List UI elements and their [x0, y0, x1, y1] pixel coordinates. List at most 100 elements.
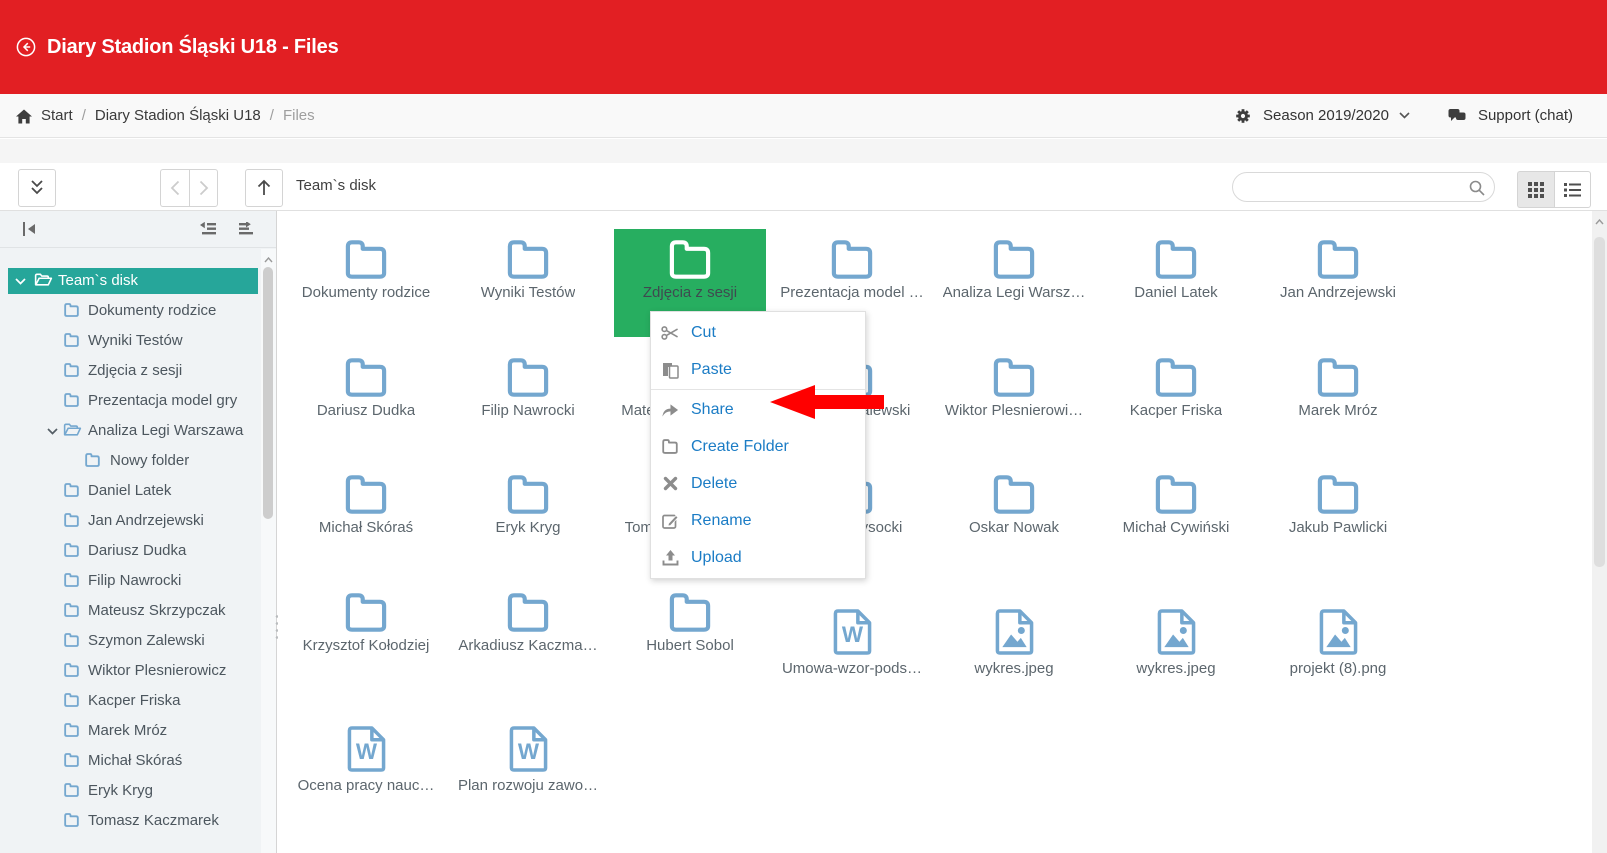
svg-text:W: W — [517, 739, 539, 764]
content-scrollbar[interactable] — [1592, 211, 1607, 853]
tile-label: Zdjęcia z sesji — [643, 284, 737, 301]
word-document-icon: W — [347, 726, 386, 772]
tree-chevron-down-icon[interactable] — [15, 278, 26, 285]
tree-item-dariusz-dudka[interactable]: Dariusz Dudka — [0, 536, 261, 566]
nav-forward-button[interactable] — [189, 169, 218, 207]
tree-item-team-s-disk[interactable]: Team`s disk — [0, 266, 261, 296]
folder-tile-dariusz-dudka[interactable]: Dariusz Dudka — [290, 347, 442, 455]
tree-item-mateusz-skrzypczak[interactable]: Mateusz Skrzypczak — [0, 596, 261, 626]
file-tile-ocena-pracy-nauc-[interactable]: WOcena pracy nauc… — [290, 699, 442, 807]
file-tile-wykres-jpeg[interactable]: wykres.jpeg — [938, 582, 1090, 690]
menu-item-paste[interactable]: Paste — [651, 351, 865, 388]
home-icon[interactable] — [16, 109, 32, 124]
collapse-all-icon[interactable] — [200, 222, 216, 236]
chevron-down-icon[interactable] — [1399, 112, 1410, 119]
menu-item-cut[interactable]: Cut — [651, 314, 865, 351]
folder-tile-arkadiusz-kaczma-[interactable]: Arkadiusz Kaczma… — [452, 582, 604, 690]
folder-icon — [63, 633, 80, 647]
list-view-button[interactable] — [1554, 171, 1591, 208]
folder-icon — [63, 813, 80, 827]
grid-view-icon — [1528, 182, 1544, 198]
tree-item-kacper-friska[interactable]: Kacper Friska — [0, 686, 261, 716]
folder-tile-wyniki-test-w[interactable]: Wyniki Testów — [452, 229, 604, 337]
scroll-up-arrow[interactable] — [1595, 219, 1604, 225]
search-icon[interactable] — [1469, 180, 1485, 196]
menu-item-upload[interactable]: Upload — [651, 539, 865, 576]
create-folder-icon — [661, 438, 679, 456]
folder-icon — [345, 358, 387, 397]
folder-tile-oskar-nowak[interactable]: Oskar Nowak — [938, 464, 1090, 572]
file-tile-plan-rozwoju-zawo-[interactable]: WPlan rozwoju zawo… — [452, 699, 604, 807]
search-box — [1232, 172, 1495, 202]
season-selector[interactable]: Season 2019/2020 — [1263, 107, 1389, 124]
nav-back-button[interactable] — [160, 169, 189, 207]
support-link[interactable]: Support (chat) — [1478, 107, 1573, 124]
tile-label: Oskar Nowak — [969, 519, 1059, 536]
grid-view-button[interactable] — [1517, 171, 1554, 208]
sidebar-scrollbar[interactable] — [261, 249, 276, 853]
tile-label: Jan Andrzejewski — [1280, 284, 1396, 301]
sidebar-scrollbar-thumb[interactable] — [263, 267, 273, 519]
breadcrumb-item-files: Files — [283, 107, 315, 124]
file-tile-projekt-8-png[interactable]: projekt (8).png — [1262, 582, 1414, 690]
tree-item-zdj-cia-z-sesji[interactable]: Zdjęcia z sesji — [0, 356, 261, 386]
expand-all-icon[interactable] — [239, 222, 255, 236]
folder-tile-marek-mr-z[interactable]: Marek Mróz — [1262, 347, 1414, 455]
tree-item-eryk-kryg[interactable]: Eryk Kryg — [0, 776, 261, 806]
tree-item-nowy-folder[interactable]: Nowy folder — [0, 446, 261, 476]
menu-item-delete[interactable]: Delete — [651, 465, 865, 502]
folder-tile-dokumenty-rodzice[interactable]: Dokumenty rodzice — [290, 229, 442, 337]
folder-tile-eryk-kryg[interactable]: Eryk Kryg — [452, 464, 604, 572]
folder-tile-wiktor-plesnierowi-[interactable]: Wiktor Plesnierowi… — [938, 347, 1090, 455]
tree-item-wyniki-test-w[interactable]: Wyniki Testów — [0, 326, 261, 356]
tree-item-marek-mr-z[interactable]: Marek Mróz — [0, 716, 261, 746]
folder-tile-krzysztof-ko-odziej[interactable]: Krzysztof Kołodziej — [290, 582, 442, 690]
folder-tile-micha-sk-ra-[interactable]: Michał Skóraś — [290, 464, 442, 572]
folder-icon — [345, 475, 387, 514]
tree-item-prezentacja-model-gry[interactable]: Prezentacja model gry — [0, 386, 261, 416]
content-scrollbar-thumb[interactable] — [1594, 237, 1605, 567]
folder-tile-jan-andrzejewski[interactable]: Jan Andrzejewski — [1262, 229, 1414, 337]
tree-chevron-down-icon[interactable] — [47, 428, 58, 435]
folder-tile-analiza-legi-warsz-[interactable]: Analiza Legi Warsz… — [938, 229, 1090, 337]
gear-icon[interactable] — [1235, 108, 1251, 124]
collapse-panel-button[interactable] — [18, 169, 56, 207]
folder-tile-daniel-latek[interactable]: Daniel Latek — [1100, 229, 1252, 337]
folder-icon — [345, 593, 387, 632]
menu-item-create-folder[interactable]: Create Folder — [651, 428, 865, 465]
folder-tile-filip-nawrocki[interactable]: Filip Nawrocki — [452, 347, 604, 455]
folder-tile-hubert-sobol[interactable]: Hubert Sobol — [614, 582, 766, 690]
folder-icon — [63, 333, 80, 347]
breadcrumb-item-start[interactable]: Start — [41, 107, 73, 124]
file-tile-umowa-wzor-pods-[interactable]: WUmowa-wzor-pods… — [776, 582, 928, 690]
menu-item-rename[interactable]: Rename — [651, 502, 865, 539]
folder-icon — [1155, 475, 1197, 514]
breadcrumb-item-diary[interactable]: Diary Stadion Śląski U18 — [95, 107, 261, 124]
chat-icon[interactable] — [1448, 108, 1466, 123]
tree-item-jan-andrzejewski[interactable]: Jan Andrzejewski — [0, 506, 261, 536]
tree-item-label: Dariusz Dudka — [88, 542, 186, 559]
breadcrumb-separator: / — [82, 107, 86, 124]
tree-item-analiza-legi-warszawa[interactable]: Analiza Legi Warszawa — [0, 416, 261, 446]
collapse-sidebar-icon[interactable] — [22, 221, 38, 237]
tree-item-dokumenty-rodzice[interactable]: Dokumenty rodzice — [0, 296, 261, 326]
tree-item-wiktor-plesnierowicz[interactable]: Wiktor Plesnierowicz — [0, 656, 261, 686]
tree-item-szymon-zalewski[interactable]: Szymon Zalewski — [0, 626, 261, 656]
nav-up-button[interactable] — [245, 169, 283, 207]
file-tile-wykres-jpeg[interactable]: wykres.jpeg — [1100, 582, 1252, 690]
back-icon[interactable] — [16, 37, 36, 57]
folder-icon — [63, 573, 80, 587]
tree-item-micha-sk-ra-[interactable]: Michał Skóraś — [0, 746, 261, 776]
tile-label: Wiktor Plesnierowi… — [945, 402, 1083, 419]
tree-item-label: Marek Mróz — [88, 722, 167, 739]
tile-label: wykres.jpeg — [974, 660, 1053, 677]
folder-tile-kacper-friska[interactable]: Kacper Friska — [1100, 347, 1252, 455]
search-input[interactable] — [1247, 175, 1462, 199]
tree-item-tomasz-kaczmarek[interactable]: Tomasz Kaczmarek — [0, 806, 261, 836]
folder-tile-micha-cywi-ski[interactable]: Michał Cywiński — [1100, 464, 1252, 572]
folder-tile-jakub-pawlicki[interactable]: Jakub Pawlicki — [1262, 464, 1414, 572]
tree-item-filip-nawrocki[interactable]: Filip Nawrocki — [0, 566, 261, 596]
tree-item-daniel-latek[interactable]: Daniel Latek — [0, 476, 261, 506]
scroll-up-arrow[interactable] — [264, 257, 273, 263]
tile-label: Dariusz Dudka — [317, 402, 415, 419]
